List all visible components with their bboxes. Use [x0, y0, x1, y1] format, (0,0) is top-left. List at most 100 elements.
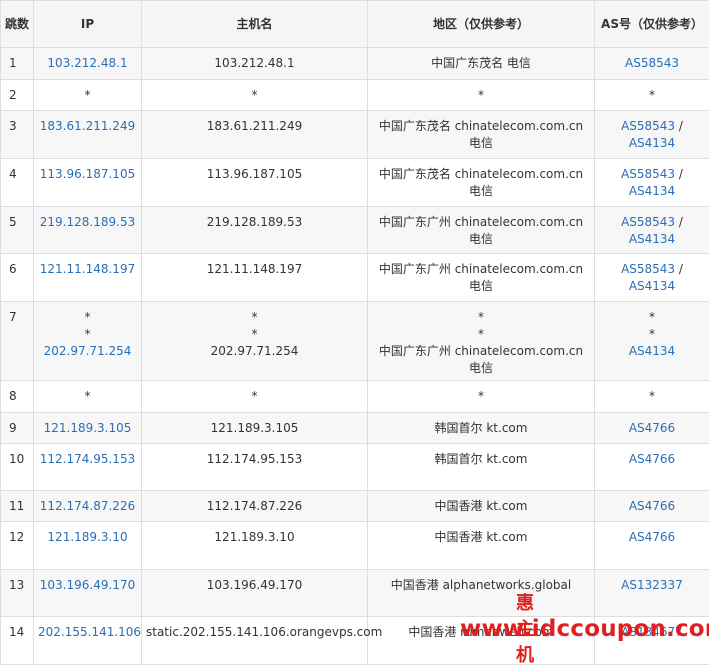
- as-link[interactable]: AS4134: [629, 184, 675, 198]
- ip-cell: *: [33, 380, 142, 413]
- table-row: 4 113.96.187.105 113.96.187.105 中国广东茂名 chin…: [0, 158, 709, 207]
- hop-number: 10: [0, 443, 34, 491]
- as-cell: AS132337: [594, 569, 709, 617]
- as-cell: AS4766: [594, 490, 709, 522]
- ip-cell: *: [33, 79, 142, 111]
- hop-number: 8: [0, 380, 34, 413]
- ip-cell: 112.174.95.153: [33, 443, 142, 491]
- hostname-text: *: [251, 389, 258, 403]
- as-link[interactable]: AS4134: [629, 232, 675, 246]
- hop-number: 5: [0, 206, 34, 254]
- region-text: 中国香港 rumahweb.com: [408, 625, 554, 639]
- ip-link[interactable]: 113.96.187.105: [38, 166, 137, 183]
- region-text: 中国广东茂名 电信: [431, 56, 531, 70]
- hostname-text: *: [251, 88, 258, 102]
- hostname-cell: 112.174.95.153: [141, 443, 368, 491]
- table-row: 7 * * 202.97.71.254 * * 202.97.71.254 * * 中国广东广州 …: [0, 301, 709, 381]
- ip-link[interactable]: 121.189.3.10: [38, 529, 137, 546]
- as-link[interactable]: AS4134: [629, 279, 675, 293]
- header-region: 地区（仅供参考）: [367, 0, 595, 48]
- as-link[interactable]: AS4766: [629, 421, 675, 435]
- as-cell: AS58543 /AS4134: [594, 206, 709, 254]
- as-link[interactable]: AS58543: [621, 262, 675, 276]
- as-link[interactable]: AS58543: [625, 56, 679, 70]
- ip-timeout: *: [84, 327, 91, 341]
- region-text: 中国广东广州 chinatelecom.com.cn 电信: [378, 262, 584, 293]
- as-link[interactable]: AS4134: [629, 344, 675, 358]
- region-cell: * * 中国广东广州 chinatelecom.com.cn 电信: [367, 301, 595, 381]
- hostname-text: 112.174.87.226: [206, 499, 303, 513]
- region-text: 中国香港 alphanetworks.global: [390, 578, 572, 592]
- ip-cell: 121.189.3.105: [33, 412, 142, 444]
- as-separator: /: [675, 215, 683, 229]
- as-cell: AS58543 /AS4134: [594, 253, 709, 302]
- as-timeout: *: [649, 310, 655, 324]
- as-timeout: *: [649, 389, 655, 403]
- ip-timeout: *: [84, 310, 91, 324]
- as-link[interactable]: AS58543: [621, 215, 675, 229]
- hop-number: 4: [0, 158, 34, 207]
- as-link[interactable]: AS4766: [629, 530, 675, 544]
- as-link[interactable]: AS132337: [621, 578, 683, 592]
- hostname-text: *: [251, 310, 258, 324]
- table-row: 10 112.174.95.153 112.174.95.153 韩国首尔 kt.co…: [0, 443, 709, 491]
- hop-number: 9: [0, 412, 34, 444]
- ip-cell: 202.155.141.106: [33, 616, 142, 665]
- as-cell: AS58543 /AS4134: [594, 158, 709, 207]
- ip-link[interactable]: 103.212.48.1: [38, 55, 137, 72]
- hostname-cell: *: [141, 380, 368, 413]
- hostname-text: 121.189.3.10: [214, 530, 295, 544]
- hostname-text: *: [251, 327, 258, 341]
- hostname-text: 202.97.71.254: [210, 344, 299, 358]
- ip-link[interactable]: 112.174.87.226: [38, 498, 137, 515]
- table-row: 1 103.212.48.1 103.212.48.1 中国广东茂名 电信 AS5854…: [0, 47, 709, 80]
- header-hostname: 主机名: [141, 0, 368, 48]
- ip-cell: * * 202.97.71.254: [33, 301, 142, 381]
- as-link[interactable]: AS58543: [621, 167, 675, 181]
- hop-number: 13: [0, 569, 34, 617]
- region-cell: 中国香港 rumahweb.com: [367, 616, 595, 665]
- region-text: *: [478, 389, 484, 403]
- as-link[interactable]: AS4766: [629, 499, 675, 513]
- as-cell: * * AS4134: [594, 301, 709, 381]
- hostname-cell: *: [141, 79, 368, 111]
- hostname-text: 219.128.189.53: [206, 215, 303, 229]
- ip-link[interactable]: 121.189.3.105: [38, 420, 137, 437]
- header-ip: IP: [33, 0, 142, 48]
- ip-cell: 121.11.148.197: [33, 253, 142, 302]
- region-cell: 中国香港 alphanetworks.global: [367, 569, 595, 617]
- ip-link[interactable]: 112.174.95.153: [38, 451, 137, 468]
- table-body: 1 103.212.48.1 103.212.48.1 中国广东茂名 电信 AS5854…: [0, 47, 709, 665]
- ip-link[interactable]: 219.128.189.53: [38, 214, 137, 231]
- as-cell: AS58543 /AS4134: [594, 110, 709, 159]
- hostname-cell: 103.212.48.1: [141, 47, 368, 80]
- region-cell: 韩国首尔 kt.com: [367, 412, 595, 444]
- table-row: 13 103.196.49.170 103.196.49.170 中国香港 alpha…: [0, 569, 709, 617]
- ip-link[interactable]: 202.97.71.254: [38, 343, 137, 360]
- as-link[interactable]: AS4134: [629, 136, 675, 150]
- as-link[interactable]: AS134677: [621, 625, 683, 639]
- hostname-cell: static.202.155.141.106.orangevps.com: [141, 616, 383, 665]
- hostname-text: static.202.155.141.106.orangevps.com: [146, 625, 383, 639]
- ip-link[interactable]: 121.11.148.197: [38, 261, 137, 278]
- ip-cell: 103.212.48.1: [33, 47, 142, 80]
- ip-link[interactable]: 103.196.49.170: [38, 577, 137, 594]
- ip-timeout: *: [84, 88, 91, 102]
- hostname-cell: 103.196.49.170: [141, 569, 368, 617]
- region-text: 中国广东广州 chinatelecom.com.cn 电信: [378, 344, 584, 375]
- as-cell: *: [594, 380, 709, 413]
- hop-number: 12: [0, 521, 34, 570]
- hostname-text: 103.196.49.170: [206, 578, 303, 592]
- ip-link[interactable]: 202.155.141.106: [38, 624, 141, 641]
- region-text: 中国广东广州 chinatelecom.com.cn 电信: [378, 215, 584, 246]
- table-row: 8 * * * *: [0, 380, 709, 413]
- table-row: 11 112.174.87.226 112.174.87.226 中国香港 kt.co…: [0, 490, 709, 522]
- region-cell: 中国广东茂名 chinatelecom.com.cn 电信: [367, 110, 595, 159]
- ip-link[interactable]: 183.61.211.249: [38, 118, 137, 135]
- table-row: 12 121.189.3.10 121.189.3.10 中国香港 kt.com AS4…: [0, 521, 709, 570]
- as-link[interactable]: AS58543: [621, 119, 675, 133]
- region-text: 中国广东茂名 chinatelecom.com.cn 电信: [378, 119, 584, 150]
- region-text: 中国香港 kt.com: [434, 499, 528, 513]
- as-link[interactable]: AS4766: [629, 452, 675, 466]
- table-row: 5 219.128.189.53 219.128.189.53 中国广东广州 chin…: [0, 206, 709, 254]
